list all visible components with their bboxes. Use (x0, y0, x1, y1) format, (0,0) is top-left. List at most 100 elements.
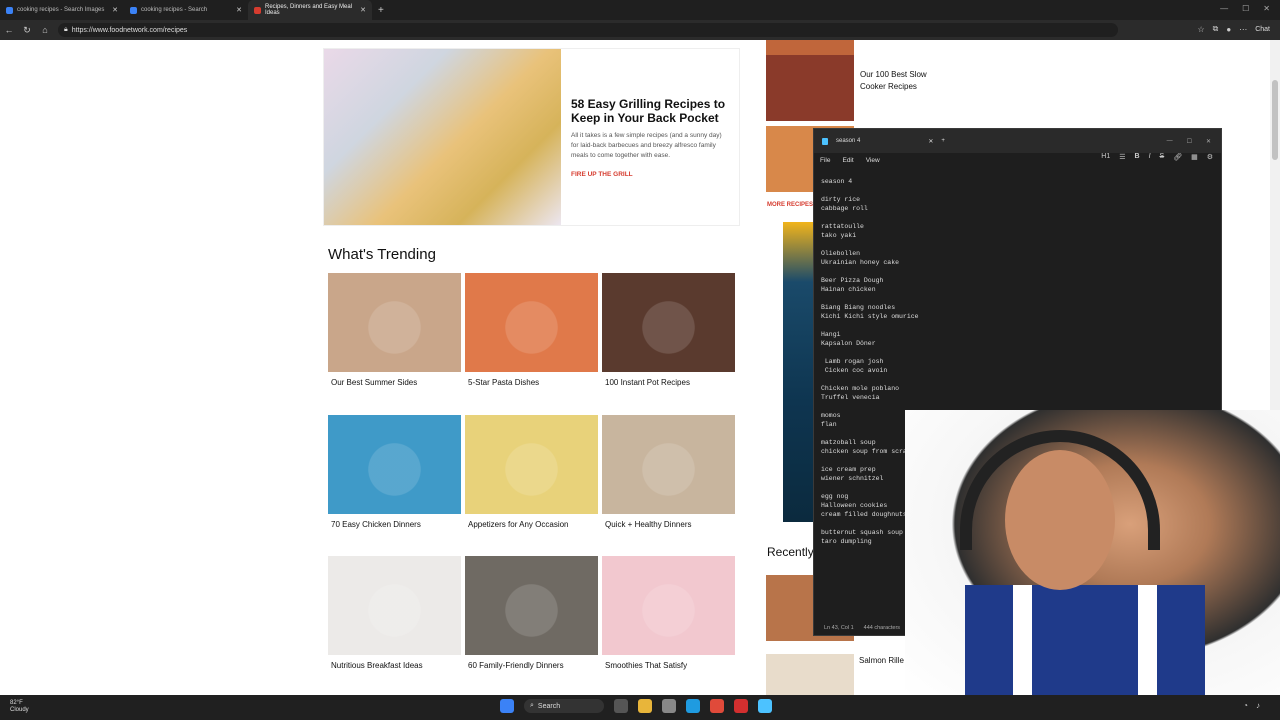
browser-toolbar: ☆ ⧉ ● ⋯ Chat (1197, 24, 1270, 34)
favorites-icon[interactable]: ☆ (1197, 25, 1204, 34)
tab-favicon (130, 6, 137, 14)
close-window-icon[interactable]: ✕ (1263, 4, 1270, 13)
close-tab-icon[interactable]: ✕ (112, 6, 118, 14)
system-tray: ◔ ♪ (1243, 701, 1260, 710)
link-icon[interactable]: 🔗︎ (1173, 153, 1182, 161)
browser-tab-3[interactable]: Recipes, Dinners and Easy Meal Ideas ✕ (248, 0, 372, 20)
network-icon[interactable]: ◔ (1243, 701, 1248, 710)
tab-favicon (6, 6, 13, 14)
menu-view[interactable]: View (866, 157, 880, 164)
refresh-icon[interactable]: ↻ (18, 25, 36, 36)
settings-icon[interactable]: ⚙ (1207, 153, 1213, 161)
taskbar-apps: ⌕ Search (500, 699, 772, 713)
address-bar-row: ← ↻ ⌂ 🔒︎ https://www.foodnetwork.com/rec… (0, 20, 1280, 40)
chat-button[interactable]: Chat (1255, 26, 1270, 33)
close-tab-icon[interactable]: ✕ (360, 6, 366, 14)
heading-dropdown[interactable]: H1 (1101, 153, 1110, 161)
notepad-taskbar-icon[interactable] (758, 699, 772, 713)
bold-icon[interactable]: B (1135, 153, 1140, 161)
notepad-titlebar: season 4 ✕ + — ☐ ✕ (814, 129, 1221, 153)
home-icon[interactable]: ⌂ (36, 25, 54, 35)
more-recipes-link[interactable]: MORE RECIPES (767, 202, 813, 208)
card-image (465, 556, 598, 655)
window-controls: — ☐ ✕ (1220, 4, 1270, 13)
notepad-icon (822, 137, 828, 145)
volume-icon[interactable]: ♪ (1256, 701, 1260, 710)
new-tab-icon[interactable]: + (378, 5, 384, 16)
recipe-card[interactable]: Appetizers for Any Occasion (465, 415, 598, 529)
headphones (960, 430, 1160, 550)
hero-cta-link[interactable]: FIRE UP THE GRILL (571, 171, 729, 178)
menu-edit[interactable]: Edit (842, 157, 853, 164)
close-tab-icon[interactable]: ✕ (236, 6, 242, 14)
character-count: 444 characters (863, 625, 901, 631)
recipe-card[interactable]: Smoothies That Satisfy (602, 556, 735, 670)
hero-image (324, 49, 561, 225)
recipe-card[interactable]: 70 Easy Chicken Dinners (328, 415, 461, 529)
maximize-icon[interactable]: ☐ (1187, 138, 1192, 145)
hero-card[interactable]: 58 Easy Grilling Recipes to Keep in Your… (323, 48, 740, 226)
recipe-card[interactable]: 5-Star Pasta Dishes (465, 273, 598, 387)
new-tab-icon[interactable]: + (941, 138, 945, 144)
taskbar: 82°F Cloudy ⌕ Search ◔ ♪ (0, 695, 1280, 720)
weather-widget[interactable]: 82°F Cloudy (10, 700, 29, 714)
app-icon[interactable] (734, 699, 748, 713)
url-input[interactable]: 🔒︎ https://www.foodnetwork.com/recipes (58, 23, 1118, 37)
card-image (328, 556, 461, 655)
card-image (602, 273, 735, 372)
card-image (465, 273, 598, 372)
app-icon[interactable] (662, 699, 676, 713)
list-icon[interactable]: ☰ (1119, 153, 1125, 161)
recipe-card[interactable]: 100 Instant Pot Recipes (602, 273, 735, 387)
scroll-thumb[interactable] (1272, 80, 1278, 160)
tab-favicon (254, 6, 261, 14)
side-thumb (766, 654, 854, 695)
profile-icon[interactable]: ● (1226, 25, 1231, 34)
recipe-card[interactable]: Quick + Healthy Dinners (602, 415, 735, 529)
hero-title[interactable]: 58 Easy Grilling Recipes to Keep in Your… (571, 97, 729, 125)
more-icon[interactable]: ⋯ (1239, 25, 1247, 34)
back-icon[interactable]: ← (0, 25, 18, 35)
minimize-icon[interactable]: — (1220, 4, 1228, 13)
card-image (328, 273, 461, 372)
taskbar-search[interactable]: ⌕ Search (524, 699, 604, 713)
card-image (602, 556, 735, 655)
close-tab-icon[interactable]: ✕ (928, 138, 933, 145)
card-image (602, 415, 735, 514)
recently-heading: Recently (767, 545, 814, 559)
minimize-icon[interactable]: — (1167, 138, 1173, 145)
search-icon: ⌕ (530, 702, 534, 709)
lock-icon: 🔒︎ (64, 26, 68, 33)
browser-tab-strip: cooking recipes - Search Images ✕ cooking… (0, 0, 1280, 20)
webcam-overlay (905, 410, 1280, 695)
hero-description: All it takes is a few simple recipes (an… (571, 132, 722, 159)
notepad-toolbar: H1 ☰ B I S 🔗︎ ▦ ⚙ (1101, 153, 1213, 161)
ad-banner[interactable] (783, 222, 813, 522)
task-view-icon[interactable] (614, 699, 628, 713)
recipe-card[interactable]: Nutritious Breakfast Ideas (328, 556, 461, 670)
chrome-icon[interactable] (710, 699, 724, 713)
section-heading: What's Trending (328, 246, 436, 263)
start-icon[interactable] (500, 699, 514, 713)
side-thumb (766, 55, 854, 121)
notepad-statusbar: Ln 43, Col 1 444 characters (824, 625, 900, 631)
side-recipe-item[interactable]: Our 100 Best Slow Cooker Recipes (766, 55, 936, 121)
table-icon[interactable]: ▦ (1191, 153, 1198, 161)
card-image (465, 415, 598, 514)
recipe-card[interactable]: Our Best Summer Sides (328, 273, 461, 387)
menu-file[interactable]: File (820, 157, 830, 164)
side-recipe-label[interactable]: Salmon Rille (859, 656, 904, 665)
italic-icon[interactable]: I (1149, 153, 1151, 161)
edge-icon[interactable] (686, 699, 700, 713)
notepad-tab[interactable]: season 4 (836, 138, 860, 144)
browser-tab-1[interactable]: cooking recipes - Search Images ✕ (0, 0, 124, 20)
close-window-icon[interactable]: ✕ (1206, 138, 1211, 145)
recipe-card[interactable]: 60 Family-Friendly Dinners (465, 556, 598, 670)
extensions-icon[interactable]: ⧉ (1213, 24, 1219, 34)
person-jersey (965, 585, 1205, 695)
maximize-icon[interactable]: ☐ (1242, 4, 1249, 13)
file-explorer-icon[interactable] (638, 699, 652, 713)
card-image (328, 415, 461, 514)
browser-tab-2[interactable]: cooking recipes - Search ✕ (124, 0, 248, 20)
strikethrough-icon[interactable]: S (1160, 153, 1165, 161)
